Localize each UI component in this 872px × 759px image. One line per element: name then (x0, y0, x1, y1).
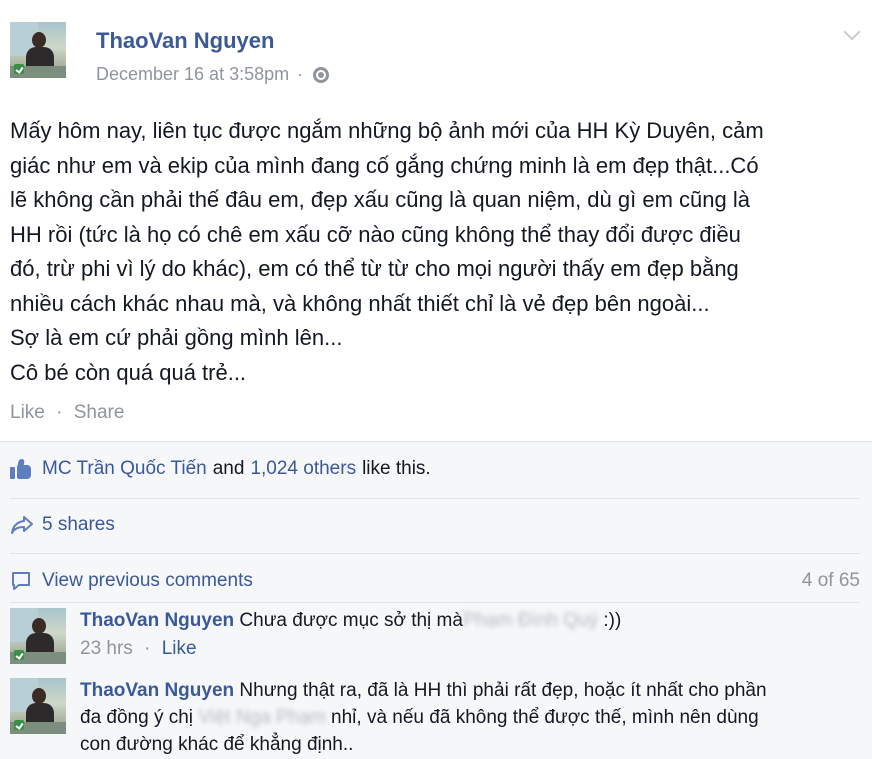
likes-and: and (212, 458, 245, 479)
others-likers-link[interactable]: 1,024 others (250, 458, 356, 480)
feedback-section: MC Trần Quốc Tiến and 1,024 others like … (0, 441, 872, 759)
likes-summary: MC Trần Quốc Tiến and 1,024 others like … (10, 458, 431, 480)
post-body-line: lẽ không cần phải thế đâu em, đẹp xấu cũ… (10, 187, 750, 212)
first-liker-link[interactable]: MC Trần Quốc Tiến (42, 458, 207, 480)
post-meta: December 16 at 3:58pm · (96, 64, 330, 85)
likes-suffix: like this. (362, 458, 431, 479)
post-actions: Like · Share (10, 402, 124, 424)
post-body-line: nhiều cách khác nhau mà, và không nhất t… (10, 290, 710, 316)
comment-text: ThaoVan Nguyen Nhưng thật ra, đã là HH t… (80, 677, 860, 758)
comment-body-end: :)) (598, 610, 622, 631)
comment-author[interactable]: ThaoVan Nguyen (80, 610, 234, 631)
comment-icon (12, 572, 30, 590)
meta-separator: · (297, 64, 304, 84)
comment-body: con đường khác để khẳng định.. (80, 734, 354, 755)
shares-row: 5 shares (10, 514, 115, 536)
post-card: ThaoVan Nguyen December 16 at 3:58pm · M… (0, 0, 872, 440)
post-body-line: giác như em và ekip của mình đang cố gắn… (10, 152, 759, 178)
post-body-line: Mấy hôm nay, liên tục được ngắm những bộ… (10, 118, 764, 143)
comment-body: đa đồng ý chị (80, 707, 199, 728)
comment-item: ThaoVan Nguyen Chưa được mục sở thị màPh… (10, 608, 860, 668)
comment-body: nhỉ, và nếu đã không thể được thế, mình … (325, 707, 759, 728)
post-body-line: đó, trừ phi vì lý do khác), em có thể từ… (10, 256, 739, 281)
share-link[interactable]: Share (74, 402, 125, 423)
comment-text: ThaoVan Nguyen Chưa được mục sở thị màPh… (80, 607, 860, 634)
shares-link[interactable]: 5 shares (42, 514, 115, 536)
comment-author[interactable]: ThaoVan Nguyen (80, 680, 234, 701)
commenter-avatar[interactable] (10, 608, 66, 664)
commenter-avatar[interactable] (10, 678, 66, 734)
like-icon (10, 459, 32, 479)
comment-like-link[interactable]: Like (162, 638, 197, 659)
divider (10, 602, 860, 603)
post-body: Mấy hôm nay, liên tục được ngắm những bộ… (10, 114, 860, 390)
divider (10, 553, 860, 554)
comment-body: Chưa được mục sở thị mà (239, 610, 463, 631)
view-previous-row: View previous comments 4 of 65 (10, 570, 860, 592)
post-timestamp[interactable]: December 16 at 3:58pm (96, 64, 289, 85)
blurred-mention: Phạm Đình Quý (462, 610, 599, 631)
comment-body: Nhưng thật ra, đã là HH thì phải rất đẹp… (239, 680, 767, 701)
share-icon (11, 516, 33, 534)
actions-separator: · (56, 402, 63, 423)
post-author-name[interactable]: ThaoVan Nguyen (96, 28, 274, 54)
view-previous-comments-link[interactable]: View previous comments (42, 570, 253, 592)
post-body-line: Cô bé còn quá quá trẻ... (10, 359, 247, 385)
comment-meta: 23 hrs · Like (80, 638, 197, 660)
blurred-mention: Việt Nga Phạm (198, 707, 326, 728)
like-link[interactable]: Like (10, 402, 45, 423)
divider (10, 498, 860, 499)
author-avatar[interactable] (10, 22, 66, 78)
comment-item: ThaoVan Nguyen Nhưng thật ra, đã là HH t… (10, 678, 860, 759)
globe-icon[interactable] (313, 66, 330, 83)
post-body-line: Sợ là em cứ phải gồng mình lên... (10, 325, 343, 350)
comments-pager: 4 of 65 (801, 570, 860, 591)
chevron-down-icon[interactable] (843, 23, 861, 41)
comment-time[interactable]: 23 hrs (80, 638, 133, 659)
post-body-line: HH rồi (tức là họ có chê em xấu cỡ nào c… (10, 221, 741, 247)
meta-separator: · (144, 638, 151, 659)
